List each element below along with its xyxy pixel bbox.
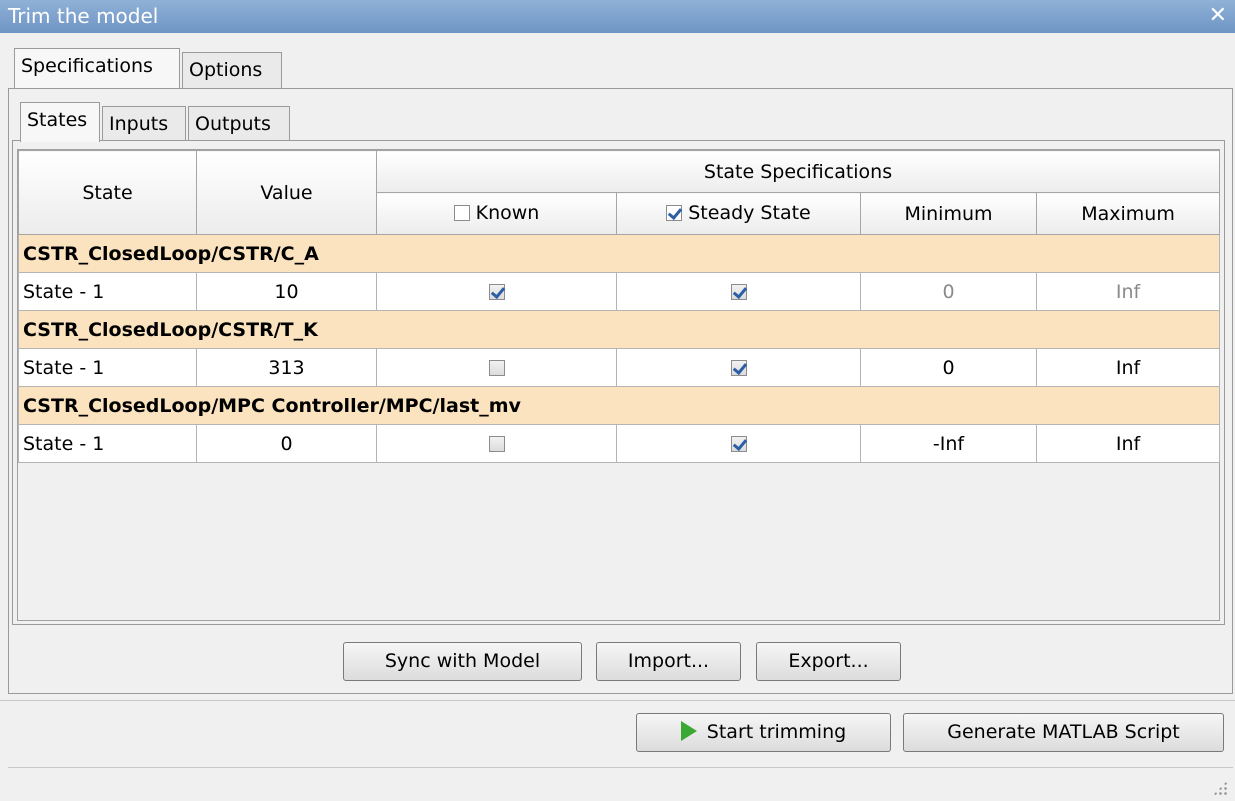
column-header-known[interactable]: Known (376, 192, 617, 235)
generate-matlab-script-button[interactable]: Generate MATLAB Script (903, 713, 1224, 752)
subtab-outputs[interactable]: Outputs (188, 106, 290, 142)
known-checkbox[interactable] (488, 284, 505, 300)
export-button[interactable]: Export... (756, 642, 901, 681)
known-cell[interactable] (376, 348, 617, 387)
states-table: State Value State Specifications Known S… (17, 150, 1221, 463)
state-value-cell[interactable]: 10 (196, 272, 377, 311)
state-value-cell[interactable]: 0 (196, 424, 377, 463)
close-icon[interactable]: ✕ (1209, 3, 1227, 29)
tab-specifications[interactable]: Specifications (14, 48, 180, 88)
known-header-label: Known (475, 201, 540, 224)
column-header-state[interactable]: State (18, 150, 197, 235)
title-bar: Trim the model ✕ (0, 0, 1235, 33)
play-icon (680, 720, 697, 741)
known-checkbox[interactable] (488, 360, 505, 376)
known-cell[interactable] (376, 272, 617, 311)
column-header-minimum[interactable]: Minimum (860, 192, 1037, 235)
resize-grip-icon[interactable] (1213, 781, 1227, 795)
start-trimming-button[interactable]: Start trimming (636, 713, 891, 752)
subtab-states[interactable]: States (20, 102, 100, 142)
steady-state-cell[interactable] (616, 272, 861, 311)
minimum-cell[interactable]: -Inf (860, 424, 1037, 463)
status-bar (8, 767, 1233, 801)
minimum-cell[interactable]: 0 (860, 348, 1037, 387)
steady-state-all-checkbox[interactable] (666, 204, 683, 221)
steady-state-checkbox[interactable] (730, 436, 747, 452)
state-name-cell: State - 1 (18, 272, 197, 311)
start-trimming-label: Start trimming (706, 721, 847, 743)
block-row-t-k: CSTR_ClosedLoop/CSTR/T_K (17, 310, 1221, 349)
state-name-cell: State - 1 (18, 348, 197, 387)
steady-state-cell[interactable] (616, 348, 861, 387)
divider (0, 700, 1235, 701)
known-cell[interactable] (376, 424, 617, 463)
column-group-state-specifications: State Specifications (375, 150, 1221, 193)
block-row-c-a: CSTR_ClosedLoop/CSTR/C_A (17, 234, 1221, 273)
sync-with-model-button[interactable]: Sync with Model (343, 642, 582, 681)
state-name-cell: State - 1 (18, 424, 197, 463)
window-title: Trim the model (8, 4, 159, 28)
import-button[interactable]: Import... (596, 642, 741, 681)
block-row-last-mv: CSTR_ClosedLoop/MPC Controller/MPC/last_… (17, 386, 1221, 425)
tab-options[interactable]: Options (182, 52, 282, 88)
steady-state-header-label: Steady State (688, 201, 811, 224)
maximum-cell[interactable]: Inf (1035, 348, 1221, 387)
state-value-cell[interactable]: 313 (196, 348, 377, 387)
subtab-inputs[interactable]: Inputs (102, 106, 186, 142)
column-header-maximum[interactable]: Maximum (1035, 192, 1221, 235)
column-header-value[interactable]: Value (196, 150, 377, 235)
known-all-checkbox[interactable] (453, 204, 470, 221)
column-header-steady-state[interactable]: Steady State (616, 192, 861, 235)
maximum-cell[interactable]: Inf (1035, 424, 1221, 463)
minimum-cell[interactable]: 0 (860, 272, 1037, 311)
steady-state-cell[interactable] (616, 424, 861, 463)
maximum-cell[interactable]: Inf (1035, 272, 1221, 311)
steady-state-checkbox[interactable] (730, 360, 747, 376)
steady-state-checkbox[interactable] (730, 284, 747, 300)
known-checkbox[interactable] (488, 436, 505, 452)
